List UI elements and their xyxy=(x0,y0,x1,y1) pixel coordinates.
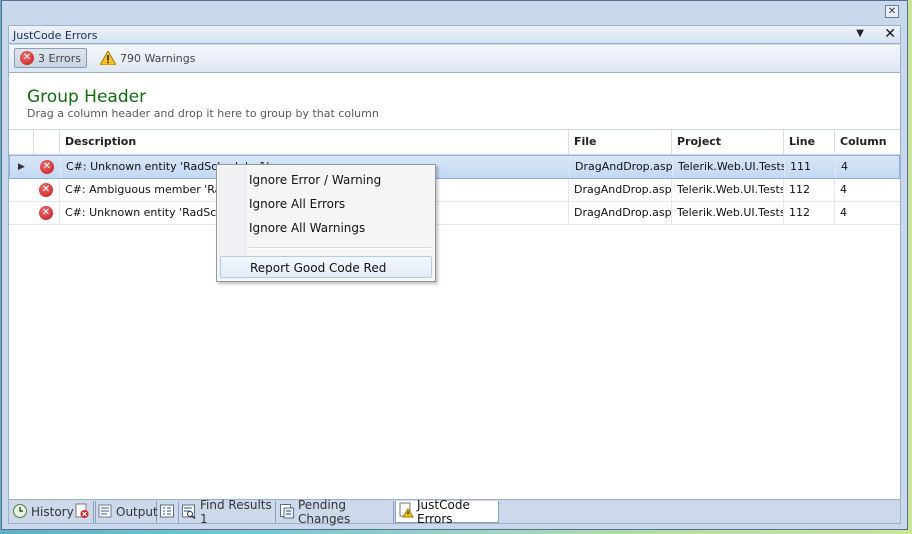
list-icon xyxy=(159,503,175,522)
errors-panel-content: Group Header Drag a column header and dr… xyxy=(8,72,901,500)
error-icon: ✕ xyxy=(39,183,53,197)
tab-output[interactable]: Output xyxy=(95,501,158,523)
tab-output-label: Output xyxy=(116,505,158,519)
panel-titlebar: JustCode Errors ▼ ✕ xyxy=(8,25,901,44)
cell-project: Telerik.Web.UI.Tests xyxy=(671,179,783,201)
delete-error-icon xyxy=(74,503,90,522)
column-header-description[interactable]: Description xyxy=(59,130,568,154)
column-header-column[interactable]: Column xyxy=(834,130,900,154)
menu-item-ignore-error-warning[interactable]: Ignore Error / Warning xyxy=(249,172,381,188)
cell-line: 111 xyxy=(784,156,835,178)
grid-header-row: Description File Project Line Column xyxy=(9,129,900,155)
error-icon: ✕ xyxy=(20,51,34,65)
header-icon-column xyxy=(33,130,59,154)
group-header-area[interactable]: Group Header Drag a column header and dr… xyxy=(27,87,379,120)
tab-history-label: History xyxy=(31,505,74,519)
menu-item-ignore-all-errors[interactable]: Ignore All Errors xyxy=(249,196,345,212)
errors-grid: Description File Project Line Column ▶ ✕… xyxy=(9,129,900,225)
menu-separator xyxy=(249,247,431,249)
tab-justcode-errors[interactable]: JustCode Errors xyxy=(395,497,499,526)
toolbar: ✕ 3 Errors 790 Warnings xyxy=(8,45,901,72)
column-header-project[interactable]: Project xyxy=(671,130,783,154)
tab-pending-changes[interactable]: Pending Changes xyxy=(277,498,394,526)
tab-find-results-label: Find Results 1 xyxy=(200,498,272,526)
table-row[interactable]: ✕ C#: Unknown entity 'RadSched DragAndDr… xyxy=(9,202,900,225)
warnings-filter-button[interactable]: 790 Warnings xyxy=(95,48,200,68)
tab-delete-errors[interactable] xyxy=(72,501,94,523)
menu-item-report-good-code-red[interactable]: Report Good Code Red xyxy=(220,256,432,278)
tab-list[interactable] xyxy=(157,501,179,523)
tab-justcode-errors-label: JustCode Errors xyxy=(417,497,470,526)
column-header-line[interactable]: Line xyxy=(783,130,834,154)
pending-changes-icon xyxy=(279,503,295,522)
column-header-file[interactable]: File xyxy=(568,130,671,154)
cell-line: 112 xyxy=(783,202,834,224)
cell-column: 4 xyxy=(835,156,901,178)
group-header-title: Group Header xyxy=(27,87,147,107)
cell-project: Telerik.Web.UI.Tests xyxy=(671,202,783,224)
find-results-icon xyxy=(181,503,197,522)
history-icon xyxy=(12,503,28,522)
cell-column: 4 xyxy=(834,202,900,224)
cell-line: 112 xyxy=(783,179,834,201)
panel-title: JustCode Errors xyxy=(13,29,98,42)
context-menu: Ignore Error / Warning Ignore All Errors… xyxy=(216,164,436,282)
current-row-indicator-icon: ▶ xyxy=(18,162,25,172)
tab-pending-changes-label: Pending Changes xyxy=(298,498,351,526)
warnings-filter-label: 790 Warnings xyxy=(120,51,196,65)
error-icon: ✕ xyxy=(40,160,54,174)
bottom-tab-bar: History Output Find Results 1 Pending Ch… xyxy=(8,497,901,526)
tab-find-results-1[interactable]: Find Results 1 xyxy=(179,498,276,526)
errors-filter-label: 3 Errors xyxy=(38,51,82,65)
cell-file: DragAndDrop.aspx xyxy=(568,202,671,224)
cell-file: DragAndDrop.aspx xyxy=(569,156,672,178)
cell-project: Telerik.Web.UI.Tests xyxy=(672,156,784,178)
group-header-subtitle: Drag a column header and drop it here to… xyxy=(27,107,379,120)
output-icon xyxy=(97,503,113,522)
menu-item-ignore-all-warnings[interactable]: Ignore All Warnings xyxy=(249,220,365,236)
table-row[interactable]: ✕ C#: Ambiguous member 'RadS DragAndDrop… xyxy=(9,179,900,202)
errors-filter-button[interactable]: ✕ 3 Errors xyxy=(14,48,88,68)
cell-file: DragAndDrop.aspx xyxy=(568,179,671,201)
table-row[interactable]: ▶ ✕ C#: Unknown entity 'RadScheduler1' D… xyxy=(9,155,900,179)
justcode-errors-icon xyxy=(398,502,414,521)
error-icon: ✕ xyxy=(39,206,53,220)
panel-close-icon[interactable]: ✕ xyxy=(884,26,896,42)
panel-dropdown-icon[interactable]: ▼ xyxy=(856,28,864,39)
cell-column: 4 xyxy=(834,179,900,201)
warning-icon xyxy=(100,51,116,65)
window-close-icon[interactable]: ✕ xyxy=(885,5,899,18)
